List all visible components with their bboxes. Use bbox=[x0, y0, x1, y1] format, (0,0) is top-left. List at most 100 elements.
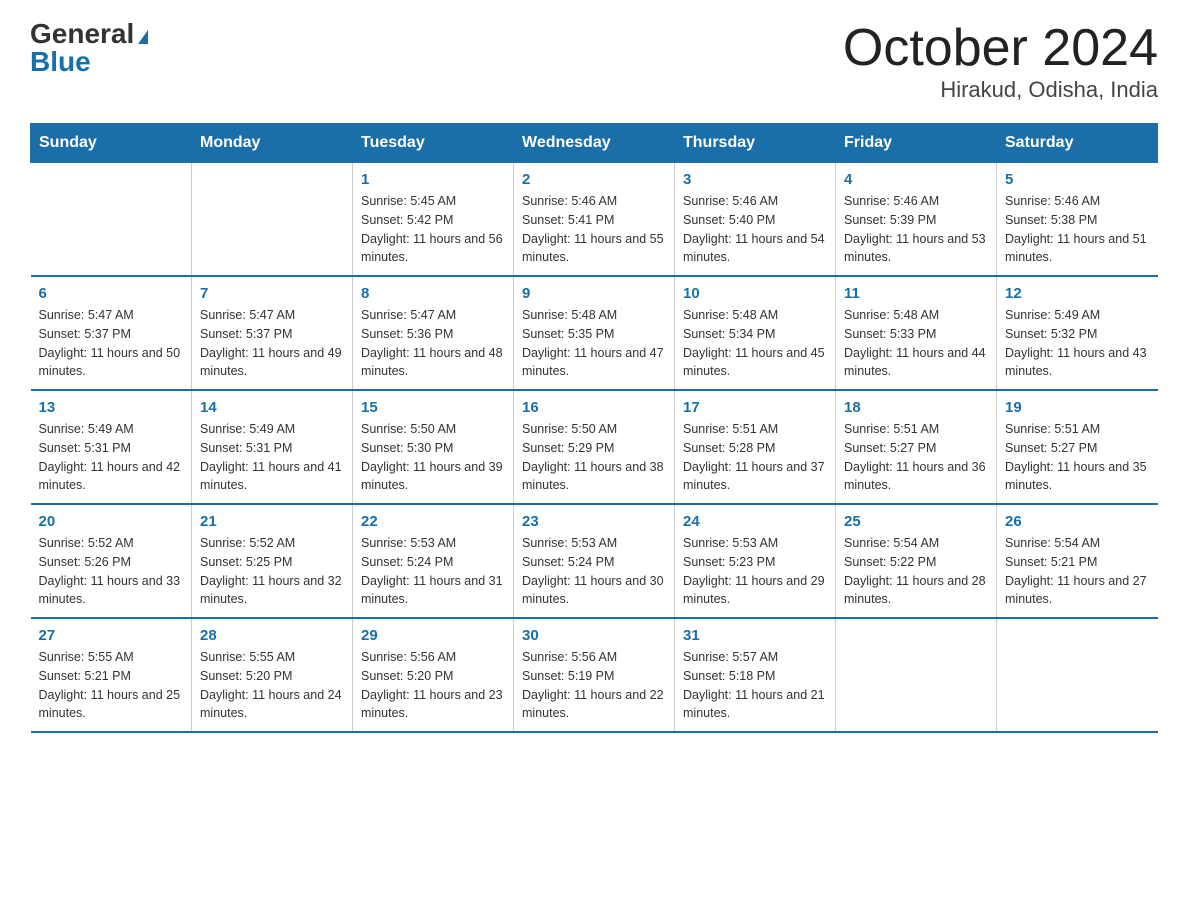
day-number: 25 bbox=[844, 513, 988, 530]
day-number: 6 bbox=[39, 285, 184, 302]
day-info: Sunrise: 5:46 AMSunset: 5:40 PMDaylight:… bbox=[683, 192, 827, 267]
day-info: Sunrise: 5:53 AMSunset: 5:24 PMDaylight:… bbox=[361, 534, 505, 609]
day-info: Sunrise: 5:46 AMSunset: 5:39 PMDaylight:… bbox=[844, 192, 988, 267]
logo-blue-text: Blue bbox=[30, 48, 91, 76]
day-info: Sunrise: 5:53 AMSunset: 5:23 PMDaylight:… bbox=[683, 534, 827, 609]
calendar-header-sunday: Sunday bbox=[31, 124, 192, 163]
calendar-header-tuesday: Tuesday bbox=[353, 124, 514, 163]
day-number: 13 bbox=[39, 399, 184, 416]
calendar-header-thursday: Thursday bbox=[675, 124, 836, 163]
day-info: Sunrise: 5:55 AMSunset: 5:20 PMDaylight:… bbox=[200, 648, 344, 723]
calendar-cell: 15 Sunrise: 5:50 AMSunset: 5:30 PMDayligh… bbox=[353, 390, 514, 504]
calendar-cell: 12 Sunrise: 5:49 AMSunset: 5:32 PMDayligh… bbox=[997, 276, 1158, 390]
calendar-header-monday: Monday bbox=[192, 124, 353, 163]
day-info: Sunrise: 5:47 AMSunset: 5:37 PMDaylight:… bbox=[200, 306, 344, 381]
title-block: October 2024 Hirakud, Odisha, India bbox=[843, 20, 1158, 103]
calendar-cell: 30Sunrise: 5:56 AMSunset: 5:19 PMDayligh… bbox=[514, 618, 675, 732]
day-number: 18 bbox=[844, 399, 988, 416]
day-number: 3 bbox=[683, 171, 827, 188]
day-info: Sunrise: 5:53 AMSunset: 5:24 PMDaylight:… bbox=[522, 534, 666, 609]
day-number: 22 bbox=[361, 513, 505, 530]
calendar-week-row: 20Sunrise: 5:52 AMSunset: 5:26 PMDayligh… bbox=[31, 504, 1158, 618]
calendar-week-row: 6 Sunrise: 5:47 AMSunset: 5:37 PMDaylight… bbox=[31, 276, 1158, 390]
day-info: Sunrise: 5:50 AMSunset: 5:29 PMDaylight:… bbox=[522, 420, 666, 495]
calendar-cell: 29 Sunrise: 5:56 AMSunset: 5:20 PMDayligh… bbox=[353, 618, 514, 732]
day-info: Sunrise: 5:48 AMSunset: 5:35 PMDaylight:… bbox=[522, 306, 666, 381]
day-number: 1 bbox=[361, 171, 505, 188]
calendar-cell: 17 Sunrise: 5:51 AMSunset: 5:28 PMDayligh… bbox=[675, 390, 836, 504]
day-number: 15 bbox=[361, 399, 505, 416]
day-number: 16 bbox=[522, 399, 666, 416]
day-info: Sunrise: 5:51 AMSunset: 5:28 PMDaylight:… bbox=[683, 420, 827, 495]
day-number: 30 bbox=[522, 627, 666, 644]
calendar-header-row: SundayMondayTuesdayWednesdayThursdayFrid… bbox=[31, 124, 1158, 163]
calendar-cell: 16 Sunrise: 5:50 AMSunset: 5:29 PMDayligh… bbox=[514, 390, 675, 504]
calendar-cell: 19Sunrise: 5:51 AMSunset: 5:27 PMDayligh… bbox=[997, 390, 1158, 504]
month-title: October 2024 bbox=[843, 20, 1158, 77]
day-number: 29 bbox=[361, 627, 505, 644]
day-info: Sunrise: 5:46 AMSunset: 5:41 PMDaylight:… bbox=[522, 192, 666, 267]
day-info: Sunrise: 5:52 AMSunset: 5:25 PMDaylight:… bbox=[200, 534, 344, 609]
day-number: 27 bbox=[39, 627, 184, 644]
logo: General Blue bbox=[30, 20, 148, 76]
day-info: Sunrise: 5:49 AMSunset: 5:31 PMDaylight:… bbox=[200, 420, 344, 495]
calendar-cell: 3 Sunrise: 5:46 AMSunset: 5:40 PMDaylight… bbox=[675, 163, 836, 277]
day-info: Sunrise: 5:50 AMSunset: 5:30 PMDaylight:… bbox=[361, 420, 505, 495]
calendar-header-saturday: Saturday bbox=[997, 124, 1158, 163]
day-number: 20 bbox=[39, 513, 184, 530]
day-info: Sunrise: 5:54 AMSunset: 5:22 PMDaylight:… bbox=[844, 534, 988, 609]
calendar-cell: 22 Sunrise: 5:53 AMSunset: 5:24 PMDayligh… bbox=[353, 504, 514, 618]
logo-triangle-icon bbox=[138, 30, 148, 44]
day-info: Sunrise: 5:49 AMSunset: 5:31 PMDaylight:… bbox=[39, 420, 184, 495]
calendar-cell bbox=[31, 163, 192, 277]
day-number: 12 bbox=[1005, 285, 1150, 302]
day-number: 2 bbox=[522, 171, 666, 188]
calendar-cell: 11 Sunrise: 5:48 AMSunset: 5:33 PMDayligh… bbox=[836, 276, 997, 390]
day-number: 5 bbox=[1005, 171, 1150, 188]
calendar-week-row: 27 Sunrise: 5:55 AMSunset: 5:21 PMDayligh… bbox=[31, 618, 1158, 732]
calendar-cell: 8Sunrise: 5:47 AMSunset: 5:36 PMDaylight… bbox=[353, 276, 514, 390]
day-number: 17 bbox=[683, 399, 827, 416]
calendar-cell: 26 Sunrise: 5:54 AMSunset: 5:21 PMDayligh… bbox=[997, 504, 1158, 618]
calendar-cell: 25 Sunrise: 5:54 AMSunset: 5:22 PMDayligh… bbox=[836, 504, 997, 618]
calendar-cell: 27 Sunrise: 5:55 AMSunset: 5:21 PMDayligh… bbox=[31, 618, 192, 732]
calendar-table: SundayMondayTuesdayWednesdayThursdayFrid… bbox=[30, 123, 1158, 733]
day-info: Sunrise: 5:46 AMSunset: 5:38 PMDaylight:… bbox=[1005, 192, 1150, 267]
calendar-cell: 23Sunrise: 5:53 AMSunset: 5:24 PMDayligh… bbox=[514, 504, 675, 618]
day-number: 10 bbox=[683, 285, 827, 302]
day-info: Sunrise: 5:47 AMSunset: 5:36 PMDaylight:… bbox=[361, 306, 505, 381]
calendar-cell: 5 Sunrise: 5:46 AMSunset: 5:38 PMDaylight… bbox=[997, 163, 1158, 277]
calendar-cell: 18Sunrise: 5:51 AMSunset: 5:27 PMDayligh… bbox=[836, 390, 997, 504]
calendar-header-wednesday: Wednesday bbox=[514, 124, 675, 163]
calendar-cell: 20Sunrise: 5:52 AMSunset: 5:26 PMDayligh… bbox=[31, 504, 192, 618]
calendar-header-friday: Friday bbox=[836, 124, 997, 163]
day-number: 14 bbox=[200, 399, 344, 416]
day-number: 26 bbox=[1005, 513, 1150, 530]
day-number: 21 bbox=[200, 513, 344, 530]
logo-general-text: General bbox=[30, 20, 134, 48]
calendar-cell bbox=[997, 618, 1158, 732]
calendar-cell: 9 Sunrise: 5:48 AMSunset: 5:35 PMDaylight… bbox=[514, 276, 675, 390]
day-info: Sunrise: 5:55 AMSunset: 5:21 PMDaylight:… bbox=[39, 648, 184, 723]
calendar-cell: 24 Sunrise: 5:53 AMSunset: 5:23 PMDayligh… bbox=[675, 504, 836, 618]
day-info: Sunrise: 5:56 AMSunset: 5:20 PMDaylight:… bbox=[361, 648, 505, 723]
day-info: Sunrise: 5:48 AMSunset: 5:34 PMDaylight:… bbox=[683, 306, 827, 381]
calendar-cell: 31Sunrise: 5:57 AMSunset: 5:18 PMDayligh… bbox=[675, 618, 836, 732]
calendar-cell: 1 Sunrise: 5:45 AMSunset: 5:42 PMDaylight… bbox=[353, 163, 514, 277]
day-number: 9 bbox=[522, 285, 666, 302]
day-number: 11 bbox=[844, 285, 988, 302]
calendar-cell: 21 Sunrise: 5:52 AMSunset: 5:25 PMDayligh… bbox=[192, 504, 353, 618]
day-number: 24 bbox=[683, 513, 827, 530]
day-info: Sunrise: 5:49 AMSunset: 5:32 PMDaylight:… bbox=[1005, 306, 1150, 381]
calendar-cell: 6Sunrise: 5:47 AMSunset: 5:37 PMDaylight… bbox=[31, 276, 192, 390]
calendar-cell: 7Sunrise: 5:47 AMSunset: 5:37 PMDaylight… bbox=[192, 276, 353, 390]
day-number: 19 bbox=[1005, 399, 1150, 416]
day-info: Sunrise: 5:54 AMSunset: 5:21 PMDaylight:… bbox=[1005, 534, 1150, 609]
location-title: Hirakud, Odisha, India bbox=[843, 77, 1158, 103]
calendar-cell bbox=[192, 163, 353, 277]
page-header: General Blue October 2024 Hirakud, Odish… bbox=[30, 20, 1158, 103]
day-info: Sunrise: 5:48 AMSunset: 5:33 PMDaylight:… bbox=[844, 306, 988, 381]
calendar-cell: 4Sunrise: 5:46 AMSunset: 5:39 PMDaylight… bbox=[836, 163, 997, 277]
day-info: Sunrise: 5:45 AMSunset: 5:42 PMDaylight:… bbox=[361, 192, 505, 267]
calendar-cell: 13 Sunrise: 5:49 AMSunset: 5:31 PMDayligh… bbox=[31, 390, 192, 504]
